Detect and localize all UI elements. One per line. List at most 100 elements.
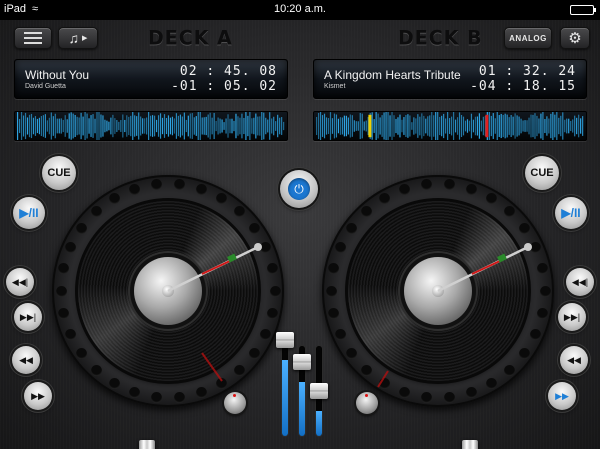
- analog-button[interactable]: ANALOG: [504, 27, 552, 49]
- waveform-bar: [114, 118, 116, 134]
- waveform-bar: [470, 113, 473, 139]
- waveform-bar: [116, 120, 118, 132]
- waveform-bar: [233, 120, 235, 132]
- settings-button[interactable]: ⚙: [560, 27, 590, 49]
- waveform-bar: [538, 118, 540, 134]
- waveform-bar: [118, 121, 120, 131]
- waveform-bar: [72, 113, 74, 139]
- waveform-bar: [104, 119, 106, 133]
- waveform-bar: [542, 112, 544, 140]
- waveform-bar: [74, 114, 76, 138]
- deck-a-pitch-knob[interactable]: [224, 392, 246, 414]
- waveform-bar: [329, 112, 332, 140]
- deck-b-play-pause-button[interactable]: ▶/II: [555, 197, 587, 229]
- waveform-bar: [211, 117, 213, 135]
- waveform-marker[interactable]: [368, 114, 372, 138]
- deck-b-pitch-knob[interactable]: [356, 392, 378, 414]
- waveform-bar: [413, 117, 415, 135]
- waveform-bar: [36, 118, 39, 134]
- deck-a-rewind-button[interactable]: ◀◀: [12, 346, 40, 374]
- waveform-bar: [90, 115, 92, 137]
- menu-button[interactable]: [14, 27, 52, 49]
- waveform-bar: [46, 120, 48, 132]
- deck-b-next-button[interactable]: ▶▶|: [558, 303, 586, 331]
- deck-b-rewind-button[interactable]: ◀◀: [560, 346, 588, 374]
- fast-forward-icon: ▶▶: [31, 390, 45, 401]
- deck-a-fast-forward-button[interactable]: ▶▶: [24, 382, 52, 410]
- waveform-bar: [514, 113, 516, 139]
- power-button[interactable]: ⏻: [280, 170, 318, 208]
- waveform-bar: [401, 119, 403, 133]
- waveform-bar: [375, 112, 377, 140]
- waveform-bar: [207, 114, 209, 138]
- waveform-bar: [102, 115, 104, 137]
- waveform-bar: [496, 112, 498, 140]
- waveform-bar: [345, 115, 347, 137]
- waveform-bar: [106, 120, 108, 132]
- waveform-bar: [142, 118, 144, 134]
- deck-b-previous-button[interactable]: ◀◀|: [566, 268, 594, 296]
- fader-handle-crossfader-vol[interactable]: [310, 382, 328, 399]
- waveform-bar: [120, 120, 122, 132]
- waveform-bar: [564, 119, 566, 133]
- waveform-bar: [132, 112, 134, 140]
- waveform-bar: [215, 120, 217, 132]
- waveform-bar: [265, 117, 267, 135]
- waveform-bar: [454, 119, 457, 133]
- deck-b-turntable[interactable]: [322, 175, 554, 407]
- library-button[interactable]: ♫ ▶: [58, 27, 98, 49]
- waveform-bar: [393, 115, 395, 137]
- deck-a-track-title: Without You: [25, 68, 90, 82]
- waveform-bar: [536, 115, 538, 137]
- deck-a-waveform[interactable]: [14, 111, 288, 141]
- waveform-bar: [441, 115, 443, 137]
- fader-handle-gain-a[interactable]: [276, 331, 294, 348]
- waveform-bar: [327, 118, 330, 134]
- deck-a-turntable[interactable]: [52, 175, 284, 407]
- waveform-bar: [337, 118, 340, 134]
- waveform-bar: [219, 118, 221, 134]
- play-arrow-icon: ▶: [82, 35, 88, 42]
- waveform-bar: [128, 116, 130, 136]
- waveform-bar: [52, 116, 54, 136]
- skip-forward-icon: ▶▶|: [563, 311, 581, 322]
- gear-icon: ⚙: [568, 30, 582, 47]
- waveform-marker[interactable]: [485, 114, 489, 138]
- deck-b-display: A Kingdom Hearts Tribute Kismet 01 : 32.…: [313, 59, 587, 99]
- deck-a-slider-handle[interactable]: [138, 440, 155, 449]
- waveform-bar: [580, 118, 582, 134]
- waveform-bar: [371, 112, 373, 140]
- waveform-bar: [518, 116, 520, 136]
- deck-a-previous-button[interactable]: ◀◀|: [6, 268, 34, 296]
- fader-handle-gain-b[interactable]: [293, 354, 311, 370]
- waveform-bar: [140, 116, 142, 136]
- waveform-bar: [347, 117, 349, 135]
- tonearm: [167, 243, 262, 382]
- waveform-bar: [574, 115, 576, 137]
- waveform-bar: [572, 119, 574, 133]
- waveform-bar: [359, 112, 361, 140]
- waveform-bar: [383, 112, 385, 140]
- deck-b-waveform[interactable]: [313, 111, 587, 141]
- deck-b-slider-handle[interactable]: [461, 440, 478, 449]
- waveform-bar: [50, 112, 52, 140]
- waveform-bar: [427, 116, 429, 136]
- deck-a-play-pause-button[interactable]: ▶/II: [13, 197, 45, 229]
- deck-a-next-button[interactable]: ▶▶|: [14, 303, 42, 331]
- waveform-bar: [199, 112, 201, 140]
- skip-back-icon: ◀◀|: [11, 276, 29, 287]
- waveform-bar: [30, 113, 33, 139]
- waveform-bar: [494, 118, 496, 134]
- fader-track-gain-a[interactable]: [282, 346, 288, 436]
- waveform-bar: [203, 117, 205, 135]
- waveform-bar: [365, 120, 367, 132]
- waveform-bar: [498, 115, 500, 137]
- waveform-bar: [191, 113, 193, 139]
- waveform-bar: [524, 120, 526, 132]
- waveform-bar: [64, 115, 66, 137]
- waveform-bar: [257, 116, 259, 136]
- waveform-bar: [452, 112, 455, 140]
- deck-b-title: DECK B: [398, 26, 483, 50]
- waveform-bar: [153, 115, 156, 137]
- waveform-bar: [319, 112, 322, 140]
